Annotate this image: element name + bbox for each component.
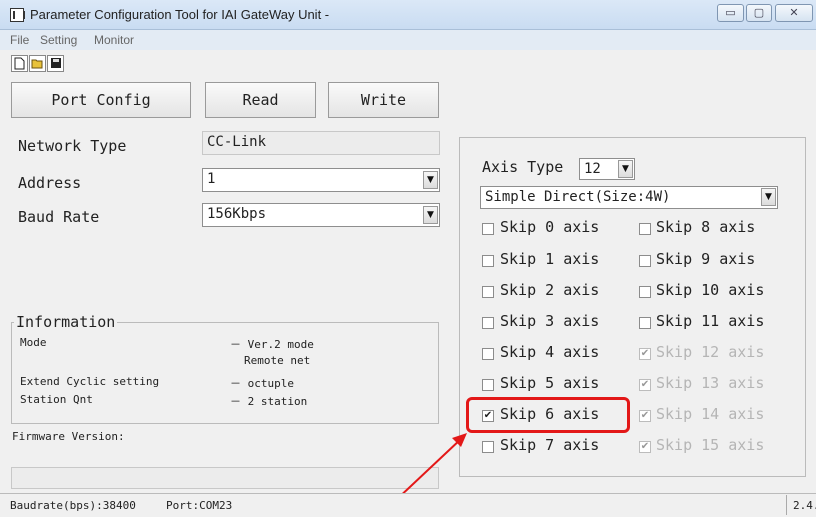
status-divider <box>786 495 787 515</box>
status-port: Port:COM23 <box>166 499 233 512</box>
status-version: 2.4.1.0 <box>793 499 816 512</box>
status-baudrate: Baudrate(bps):38400 <box>10 499 136 512</box>
annotation-arrow-icon <box>377 433 467 517</box>
